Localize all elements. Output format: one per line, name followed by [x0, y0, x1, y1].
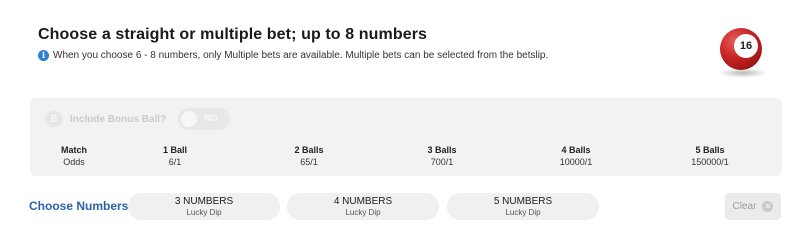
bonus-ball-label: Include Bonus Ball? — [70, 113, 167, 125]
odds-column: 4 Balls 10000/1 — [536, 144, 616, 168]
odds-column: 3 Balls 700/1 — [402, 144, 482, 168]
odds-table: Match Odds 1 Ball 6/1 2 Balls 65/1 3 Bal… — [30, 144, 782, 170]
lotto-ball-graphic: 16 — [716, 28, 770, 82]
odds-column-value: Odds — [63, 157, 85, 167]
lucky-dip-4-button[interactable]: 4 NUMBERS Lucky Dip — [287, 193, 439, 220]
odds-panel: B Include Bonus Ball? NO Match Odds 1 Ba… — [30, 98, 782, 176]
page-title: Choose a straight or multiple bet; up to… — [38, 26, 428, 43]
bonus-ball-option: B Include Bonus Ball? NO — [44, 108, 231, 130]
odds-column-header: 2 Balls — [294, 145, 324, 155]
clear-button[interactable]: Clear ✕ — [725, 193, 781, 220]
odds-column-header: 3 Balls — [427, 145, 457, 155]
odds-column-header: 4 Balls — [561, 145, 591, 155]
bonus-ball-toggle[interactable]: NO — [178, 108, 231, 130]
close-icon: ✕ — [762, 201, 774, 212]
odds-column-value: 6/1 — [168, 157, 182, 167]
odds-column-value: 150000/1 — [691, 157, 729, 167]
toggle-knob — [181, 111, 198, 127]
ball-number: 16 — [734, 34, 758, 58]
odds-column: 2 Balls 65/1 — [269, 144, 349, 168]
toggle-state: NO — [204, 113, 218, 123]
lucky-dip-subtitle: Lucky Dip — [186, 208, 222, 217]
lucky-dip-title: 5 NUMBERS — [493, 196, 553, 207]
odds-column-value: 700/1 — [430, 157, 454, 167]
info-message: i When you choose 6 - 8 numbers, only Mu… — [38, 48, 548, 62]
lucky-dip-3-button[interactable]: 3 NUMBERS Lucky Dip — [128, 193, 280, 220]
lotto-ball: 16 — [720, 28, 762, 70]
choose-numbers-label: Choose Numbers — [29, 199, 129, 213]
lucky-dip-title: 4 NUMBERS — [333, 196, 393, 207]
lucky-dip-subtitle: Lucky Dip — [505, 208, 541, 217]
odds-column-header: 5 Balls — [695, 145, 725, 155]
odds-column: 1 Ball 6/1 — [135, 144, 215, 168]
bonus-ball-icon: B — [44, 109, 64, 129]
lucky-dip-5-button[interactable]: 5 NUMBERS Lucky Dip — [447, 193, 599, 220]
odds-column-header: Match — [60, 145, 87, 155]
lucky-dip-title: 3 NUMBERS — [174, 196, 234, 207]
odds-column: Match Odds — [34, 144, 114, 168]
odds-column: 5 Balls 150000/1 — [670, 144, 750, 168]
lucky-dip-subtitle: Lucky Dip — [345, 208, 381, 217]
info-text: When you choose 6 - 8 numbers, only Mult… — [53, 49, 549, 61]
clear-label: Clear — [732, 201, 757, 212]
odds-column-header: 1 Ball — [162, 145, 187, 155]
odds-column-value: 65/1 — [300, 157, 318, 167]
odds-column-value: 10000/1 — [559, 157, 593, 167]
info-icon: i — [38, 49, 49, 61]
